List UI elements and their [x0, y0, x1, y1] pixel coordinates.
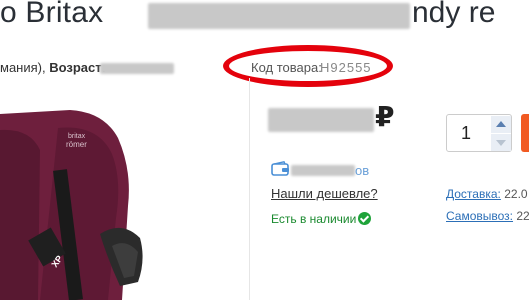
product-image: XP britax römer	[0, 110, 143, 300]
buy-button[interactable]	[521, 114, 529, 152]
pickup-date: 22	[516, 209, 529, 223]
redacted-age	[100, 63, 174, 74]
pickup-row: Самовывоз: 22	[446, 209, 529, 223]
quantity-value[interactable]: 1	[461, 123, 471, 144]
brand-logo-romer: römer	[66, 140, 87, 149]
age-label: Возраст:	[49, 60, 106, 75]
redacted-price	[268, 108, 374, 132]
stock-status: Есть в наличии	[271, 212, 357, 226]
price-currency: ₽	[375, 101, 395, 132]
wallet-icon	[271, 161, 289, 176]
delivery-date: 22.0	[504, 187, 528, 201]
quantity-stepper[interactable]: 1	[446, 114, 512, 152]
found-cheaper-link[interactable]: Нашли дешевле?	[271, 186, 378, 201]
check-icon	[358, 212, 371, 225]
quantity-increase-button[interactable]	[491, 116, 511, 134]
column-divider	[249, 78, 250, 300]
delivery-row: Доставка: 22.0	[446, 187, 528, 201]
bonus-link[interactable]: ов	[355, 163, 369, 178]
quantity-decrease-button[interactable]	[491, 134, 511, 151]
brand-logo-britax: britax	[68, 133, 86, 140]
redacted-bonus	[291, 165, 355, 176]
specs-text: мания),	[0, 60, 50, 75]
pickup-link[interactable]: Самовывоз:	[446, 209, 513, 223]
product-title-end: ndy re	[412, 0, 496, 29]
delivery-link[interactable]: Доставка:	[446, 187, 501, 201]
product-title: о Britax	[0, 0, 104, 29]
redacted-title	[148, 3, 410, 29]
product-specs: мания), Возраст:	[0, 60, 106, 75]
